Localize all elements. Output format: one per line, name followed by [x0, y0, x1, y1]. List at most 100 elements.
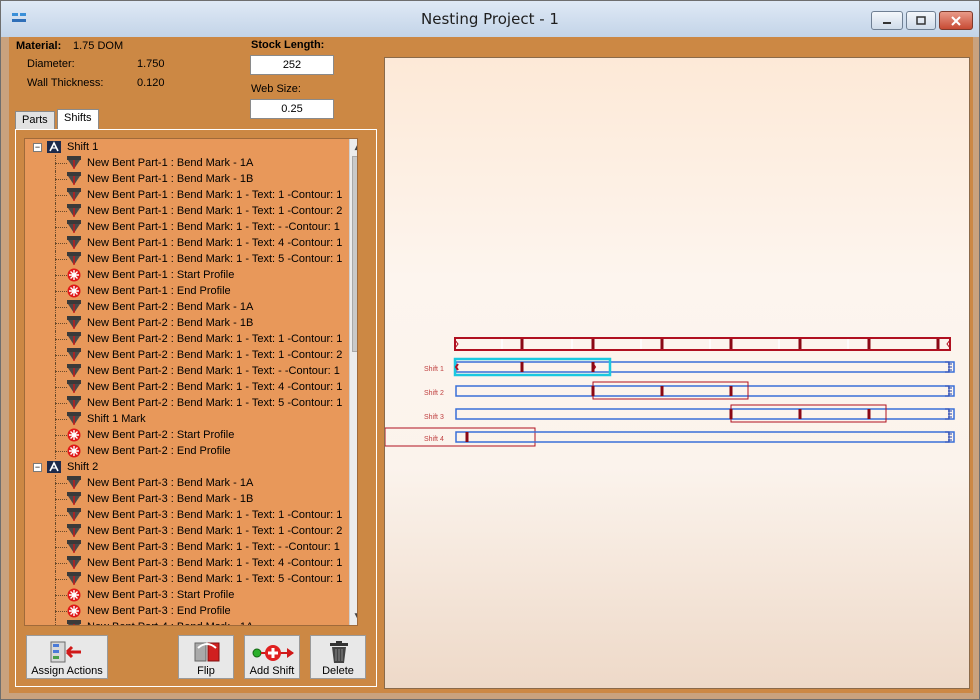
tree-item[interactable]: Shift 1 Mark	[25, 411, 349, 427]
web-size-input[interactable]: 0.25	[250, 99, 334, 119]
tree-item[interactable]: New Bent Part-3 : End Profile	[25, 603, 349, 619]
collapse-icon[interactable]: −	[33, 143, 42, 152]
shift-tree[interactable]: − Shift 1 New Bent Part-1 : Bend Mark - 1A…	[24, 138, 358, 626]
tree-item[interactable]: New Bent Part-2 : Bend Mark: 1 - Text: 1…	[25, 331, 349, 347]
shift-3-row: Shift 3	[424, 404, 955, 423]
tree-item[interactable]: New Bent Part-3 : Bend Mark - 1A	[25, 475, 349, 491]
bend-mark-icon	[67, 236, 81, 249]
tree-item-label: New Bent Part-2 : Bend Mark - 1A	[87, 301, 254, 313]
shift-1-stock[interactable]	[455, 361, 955, 373]
tree-shift-node[interactable]: − Shift 2	[25, 459, 349, 475]
shift-2-stock[interactable]	[455, 385, 955, 397]
shift-1-label: Shift 1	[424, 366, 444, 373]
tree-shift-node[interactable]: − Shift 1	[25, 139, 349, 155]
tree-item[interactable]: New Bent Part-1 : Bend Mark: 1 - Text: 1…	[25, 203, 349, 219]
tree-item[interactable]: New Bent Part-2 : Bend Mark: 1 - Text: -…	[25, 363, 349, 379]
tree-item[interactable]: New Bent Part-2 : End Profile	[25, 443, 349, 459]
tree-connector	[55, 419, 67, 420]
tree-item[interactable]: New Bent Part-3 : Bend Mark: 1 - Text: 1…	[25, 523, 349, 539]
tree-item[interactable]: New Bent Part-2 : Bend Mark - 1A	[25, 299, 349, 315]
tree-connector	[55, 435, 67, 436]
tree-item-label: New Bent Part-3 : End Profile	[87, 605, 231, 617]
nesting-window: Nesting Project - 1 Material: 1.75 DOM D…	[0, 0, 980, 700]
tree-item[interactable]: New Bent Part-3 : Bend Mark: 1 - Text: 5…	[25, 571, 349, 587]
client-area: Material: 1.75 DOM Diameter: 1.750 Wall …	[9, 37, 973, 693]
bend-mark-icon	[67, 172, 81, 185]
profile-icon	[67, 428, 81, 442]
scroll-up-icon[interactable]: ▲	[350, 139, 357, 155]
tree-item[interactable]: New Bent Part-1 : Bend Mark: 1 - Text: 5…	[25, 251, 349, 267]
tab-parts[interactable]: Parts	[15, 111, 55, 130]
bend-mark-icon	[67, 156, 81, 169]
tree-item[interactable]: New Bent Part-2 : Start Profile	[25, 427, 349, 443]
tree-connector	[55, 579, 67, 580]
assign-actions-label: Assign Actions	[31, 665, 103, 677]
tree-item-label: New Bent Part-2 : Bend Mark: 1 - Text: -…	[87, 365, 340, 377]
shift-2-row: Shift 2	[424, 381, 955, 400]
tree-item[interactable]: New Bent Part-2 : Bend Mark: 1 - Text: 5…	[25, 395, 349, 411]
tree-item[interactable]: New Bent Part-1 : Bend Mark - 1B	[25, 171, 349, 187]
bend-mark-icon	[67, 300, 81, 313]
tree-item[interactable]: New Bent Part-1 : Bend Mark: 1 - Text: 1…	[25, 187, 349, 203]
tree-item[interactable]: New Bent Part-3 : Start Profile	[25, 587, 349, 603]
tree-item-label: New Bent Part-2 : Bend Mark - 1B	[87, 317, 254, 329]
shift-4-row: Shift 4	[385, 427, 955, 447]
tree-item[interactable]: New Bent Part-1 : Start Profile	[25, 267, 349, 283]
bend-mark-icon	[67, 332, 81, 345]
tree-item-label: Shift 2	[67, 461, 99, 473]
nested-parts-bar[interactable]	[454, 337, 951, 351]
tree-item-label: New Bent Part-3 : Bend Mark: 1 - Text: 1…	[87, 509, 343, 521]
tree-item[interactable]: New Bent Part-1 : Bend Mark: 1 - Text: -…	[25, 219, 349, 235]
flip-button[interactable]: Flip	[178, 635, 234, 679]
delete-button[interactable]: Delete	[310, 635, 366, 679]
tree-item[interactable]: New Bent Part-2 : Bend Mark: 1 - Text: 4…	[25, 379, 349, 395]
scroll-thumb[interactable]	[352, 156, 357, 352]
trash-icon	[330, 641, 348, 663]
tree-item[interactable]: New Bent Part-1 : Bend Mark - 1A	[25, 155, 349, 171]
tree-connector	[55, 595, 67, 596]
tab-shifts[interactable]: Shifts	[57, 109, 99, 130]
stock-length-input[interactable]: 252	[250, 55, 334, 75]
scroll-down-icon[interactable]: ▼	[350, 609, 357, 625]
tree-item[interactable]: New Bent Part-3 : Bend Mark - 1B	[25, 491, 349, 507]
tree-connector	[55, 515, 67, 516]
wall-thickness-label: Wall Thickness:	[27, 77, 104, 89]
tree-item-label: New Bent Part-1 : Bend Mark: 1 - Text: -…	[87, 221, 340, 233]
restore-icon	[916, 16, 926, 25]
flip-label: Flip	[197, 665, 215, 677]
shift-3-stock[interactable]	[455, 408, 955, 420]
tree-item[interactable]: New Bent Part-1 : End Profile	[25, 283, 349, 299]
shift-3-label: Shift 3	[424, 414, 444, 421]
minimize-button[interactable]	[871, 11, 903, 30]
add-shift-icon	[252, 645, 294, 661]
tree-scrollbar[interactable]: ▲ ▼	[349, 139, 357, 625]
shift-4-stock[interactable]	[455, 431, 955, 443]
tree-connector	[55, 275, 67, 276]
close-icon	[951, 15, 961, 26]
collapse-icon[interactable]: −	[33, 463, 42, 472]
shift-icon	[47, 141, 61, 153]
restore-button[interactable]	[906, 11, 936, 30]
tree-connector	[55, 291, 67, 292]
bend-mark-icon	[67, 620, 81, 625]
assign-actions-button[interactable]: Assign Actions	[26, 635, 108, 679]
tree-item[interactable]: New Bent Part-3 : Bend Mark: 1 - Text: -…	[25, 539, 349, 555]
add-shift-button[interactable]: Add Shift	[244, 635, 300, 679]
nesting-drawing[interactable]: Shift 1 Shift 2 Shift 3 Shift 4	[385, 58, 970, 689]
tree-item[interactable]: New Bent Part-3 : Bend Mark: 1 - Text: 4…	[25, 555, 349, 571]
shift-4-part[interactable]	[385, 427, 536, 447]
tree-connector	[55, 179, 67, 180]
close-button[interactable]	[939, 11, 973, 30]
tree-connector	[55, 259, 67, 260]
tree-item[interactable]: New Bent Part-2 : Bend Mark: 1 - Text: 1…	[25, 347, 349, 363]
shifts-panel: − Shift 1 New Bent Part-1 : Bend Mark - 1A…	[15, 129, 377, 687]
tree-item[interactable]: New Bent Part-4 : Bend Mark - 1A	[25, 619, 349, 625]
tree-item[interactable]: New Bent Part-1 : Bend Mark: 1 - Text: 4…	[25, 235, 349, 251]
tree-item-label: New Bent Part-1 : Bend Mark: 1 - Text: 1…	[87, 205, 343, 217]
tree-item[interactable]: New Bent Part-3 : Bend Mark: 1 - Text: 1…	[25, 507, 349, 523]
tree-item-label: New Bent Part-3 : Bend Mark: 1 - Text: 5…	[87, 573, 343, 585]
nesting-canvas[interactable]: Shift 1 Shift 2 Shift 3 Shift 4	[384, 57, 970, 689]
tree-connector	[55, 403, 67, 404]
title-bar[interactable]: Nesting Project - 1	[1, 1, 979, 37]
tree-item[interactable]: New Bent Part-2 : Bend Mark - 1B	[25, 315, 349, 331]
